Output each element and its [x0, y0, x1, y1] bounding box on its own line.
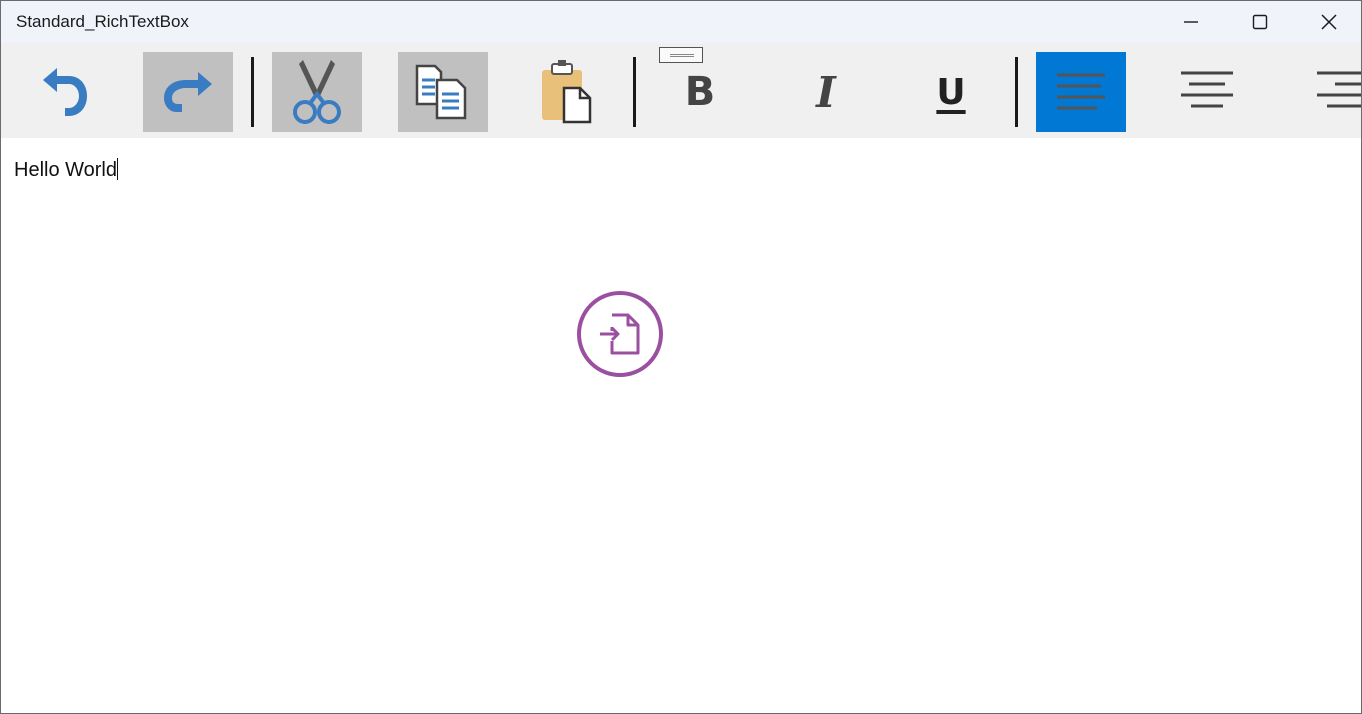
toolbar-separator — [1015, 57, 1018, 127]
title-bar: Standard_RichTextBox — [1, 1, 1361, 43]
file-import-icon — [577, 291, 663, 377]
align-center-icon — [1181, 71, 1233, 108]
italic-icon: I — [816, 67, 836, 117]
paste-icon — [542, 60, 592, 124]
close-icon — [1321, 14, 1337, 30]
cut-button[interactable] — [272, 52, 362, 132]
align-left-button[interactable] — [1036, 52, 1126, 132]
copy-icon — [415, 64, 467, 120]
redo-button[interactable] — [143, 52, 233, 132]
toolbar-separator — [251, 57, 254, 127]
underline-button[interactable]: U — [906, 52, 996, 132]
close-button[interactable] — [1295, 1, 1361, 43]
undo-icon — [43, 68, 87, 116]
app-window: Standard_RichTextBox B I U Hello World — [0, 0, 1362, 714]
scissors-icon — [293, 60, 341, 124]
toolbar: B I U — [1, 43, 1361, 138]
window-title: Standard_RichTextBox — [16, 12, 189, 31]
maximize-icon — [1252, 14, 1268, 30]
editor-content[interactable]: Hello World — [14, 158, 118, 182]
bold-icon: B — [684, 69, 716, 115]
align-left-icon — [1057, 73, 1105, 110]
minimize-icon — [1184, 21, 1198, 23]
copy-button[interactable] — [398, 52, 488, 132]
paste-button[interactable] — [523, 52, 613, 132]
italic-button[interactable]: I — [781, 52, 871, 132]
minimize-button[interactable] — [1157, 1, 1225, 43]
align-right-icon — [1317, 71, 1361, 108]
bold-button[interactable]: B — [655, 52, 745, 132]
align-right-button[interactable] — [1291, 52, 1361, 132]
align-center-button[interactable] — [1162, 52, 1252, 132]
redo-icon — [164, 72, 212, 112]
editor-text: Hello World — [14, 159, 117, 181]
toolbar-separator — [633, 57, 636, 127]
underline-icon: U — [936, 71, 966, 113]
undo-button[interactable] — [16, 52, 106, 132]
maximize-button[interactable] — [1226, 1, 1294, 43]
text-caret — [117, 158, 118, 180]
rich-text-editor[interactable]: Hello World — [1, 138, 1361, 713]
